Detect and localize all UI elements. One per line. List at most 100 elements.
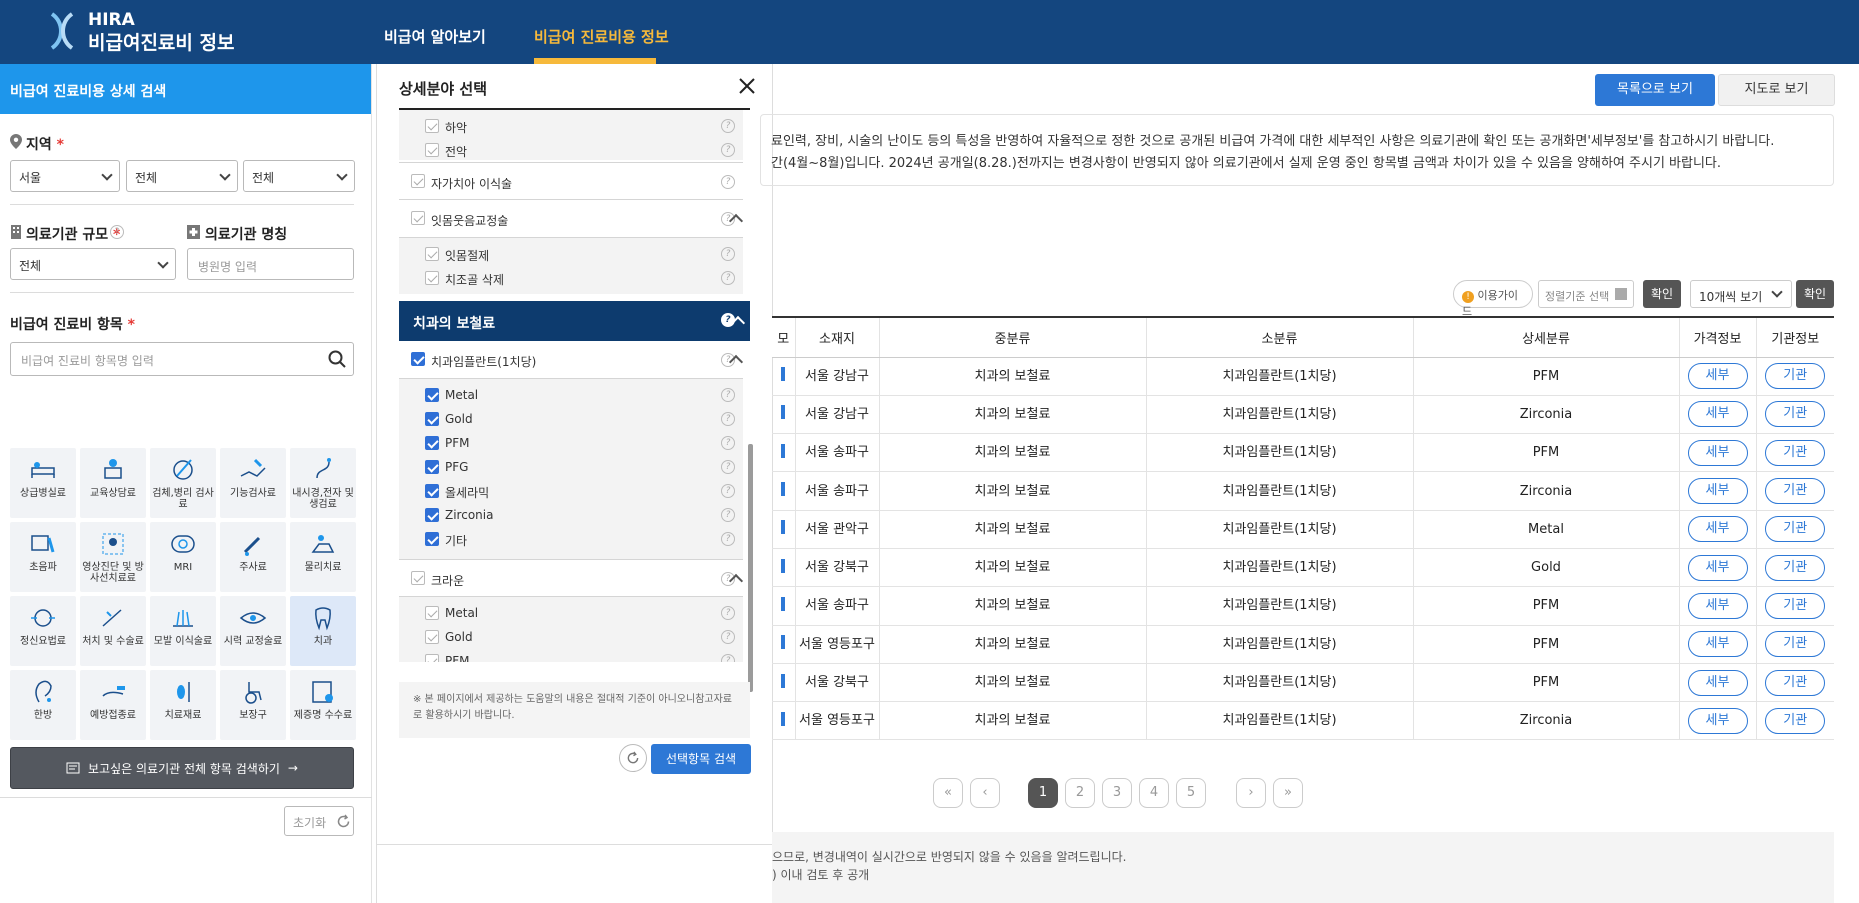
category-tile[interactable]: 교육상담료 xyxy=(80,448,146,518)
checkbox[interactable] xyxy=(411,352,425,366)
modal-scrollbar[interactable] xyxy=(748,444,753,692)
checkbox[interactable] xyxy=(425,654,439,662)
detail-button[interactable]: 세부 xyxy=(1687,631,1748,658)
org-button[interactable]: 기관 xyxy=(1765,401,1826,428)
help-icon[interactable]: ? xyxy=(721,175,735,189)
list-item[interactable]: 자가치아 이식술 ? xyxy=(399,162,743,200)
help-icon[interactable]: ? xyxy=(110,225,124,239)
help-icon[interactable]: ? xyxy=(721,484,735,498)
page-button[interactable]: 3 xyxy=(1102,778,1132,808)
checkbox[interactable] xyxy=(425,247,439,261)
help-icon[interactable]: ? xyxy=(721,606,735,620)
reset-button[interactable]: 초기화 xyxy=(284,806,354,836)
checkbox[interactable] xyxy=(425,412,439,426)
list-item[interactable]: 크라운 ? xyxy=(399,559,744,597)
category-tile[interactable]: 검체,병리 검사료 xyxy=(150,448,216,518)
list-item[interactable]: Zirconia? xyxy=(399,505,743,525)
checkbox[interactable] xyxy=(411,211,425,225)
help-icon[interactable]: ? xyxy=(721,460,735,474)
detail-button[interactable]: 세부 xyxy=(1687,592,1748,619)
list-item[interactable]: 치조골 삭제 ? xyxy=(399,268,743,288)
detail-button[interactable]: 세부 xyxy=(1687,669,1748,696)
nav-learn-noncovered[interactable]: 비급여 알아보기 xyxy=(384,26,486,47)
category-tile[interactable]: 물리치료 xyxy=(290,522,356,592)
page-button[interactable]: 1 xyxy=(1028,778,1058,808)
list-item[interactable]: 하악 ? xyxy=(399,116,743,136)
page-button[interactable]: 5 xyxy=(1176,778,1206,808)
search-icon[interactable] xyxy=(328,350,346,368)
list-item[interactable]: PFM? xyxy=(399,433,743,453)
checkbox[interactable] xyxy=(425,143,439,157)
nav-cost-info[interactable]: 비급여 진료비용 정보 xyxy=(534,26,669,47)
search-all-items-button[interactable]: 보고싶은 의료기관 전체 항목 검색하기 → xyxy=(10,747,354,789)
prev-page-button[interactable]: ‹ xyxy=(970,778,1000,808)
list-item[interactable]: Gold? xyxy=(399,627,743,647)
detail-button[interactable]: 세부 xyxy=(1687,516,1748,543)
detail-button[interactable]: 세부 xyxy=(1687,478,1748,505)
help-icon[interactable]: ? xyxy=(721,119,735,133)
region-city-select[interactable]: 서울 xyxy=(10,160,120,192)
help-icon[interactable]: ? xyxy=(721,247,735,261)
last-page-button[interactable]: » xyxy=(1273,778,1303,808)
checkbox[interactable] xyxy=(425,271,439,285)
detail-button[interactable]: 세부 xyxy=(1687,363,1748,390)
category-tile[interactable]: 보장구 xyxy=(220,670,286,740)
category-tile[interactable]: 치료재료 xyxy=(150,670,216,740)
close-icon[interactable] xyxy=(737,76,757,96)
list-item[interactable]: 올세라믹? xyxy=(399,481,743,501)
list-item[interactable]: 전악 ? xyxy=(399,140,743,160)
category-tile[interactable]: 기능검사료 xyxy=(220,448,286,518)
list-item[interactable]: PFG? xyxy=(399,457,743,477)
help-icon[interactable]: ? xyxy=(721,630,735,644)
checkbox[interactable] xyxy=(425,484,439,498)
org-button[interactable]: 기관 xyxy=(1765,478,1826,505)
org-button[interactable]: 기관 xyxy=(1765,516,1826,543)
map-view-button[interactable]: 지도로 보기 xyxy=(1718,74,1835,106)
list-item[interactable]: Gold? xyxy=(399,409,743,429)
checkbox[interactable] xyxy=(425,508,439,522)
category-tile[interactable]: 정신요법료 xyxy=(10,596,76,666)
list-item[interactable]: 잇몸절제 ? xyxy=(399,244,743,264)
help-icon[interactable]: ? xyxy=(721,388,735,402)
checkbox[interactable] xyxy=(425,388,439,402)
next-page-button[interactable]: › xyxy=(1236,778,1266,808)
detail-button[interactable]: 세부 xyxy=(1687,401,1748,428)
first-page-button[interactable]: « xyxy=(933,778,963,808)
org-button[interactable]: 기관 xyxy=(1765,631,1826,658)
refresh-icon[interactable] xyxy=(619,744,647,772)
category-tile[interactable]: 한방 xyxy=(10,670,76,740)
hira-logo-icon[interactable] xyxy=(48,12,76,50)
checkbox[interactable] xyxy=(425,436,439,450)
sort-select[interactable]: 정렬기준 선택 xyxy=(1538,280,1634,308)
org-button[interactable]: 기관 xyxy=(1765,707,1826,734)
scale-select[interactable]: 전체 xyxy=(10,248,176,280)
category-tile[interactable]: MRI xyxy=(150,522,216,592)
category-tile[interactable]: 처치 및 수술료 xyxy=(80,596,146,666)
checkbox[interactable] xyxy=(425,532,439,546)
category-tile[interactable]: 제증명 수수료 xyxy=(290,670,356,740)
category-tile[interactable]: 주사료 xyxy=(220,522,286,592)
category-tile[interactable]: 상급병실료 xyxy=(10,448,76,518)
detail-button[interactable]: 세부 xyxy=(1687,707,1748,734)
logo-text-top[interactable]: HIRA xyxy=(88,10,135,30)
category-tile[interactable]: 시력 교정술료 xyxy=(220,596,286,666)
checkbox[interactable] xyxy=(425,119,439,133)
category-tile[interactable]: 초음파 xyxy=(10,522,76,592)
list-view-button[interactable]: 목록으로 보기 xyxy=(1595,74,1715,106)
help-icon[interactable]: ? xyxy=(721,508,735,522)
logo-text-bottom[interactable]: 비급여진료비 정보 xyxy=(88,28,234,55)
page-button[interactable]: 4 xyxy=(1139,778,1169,808)
help-icon[interactable]: ? xyxy=(721,271,735,285)
region-district-select[interactable]: 전체 xyxy=(126,160,238,192)
list-item[interactable]: 잇몸웃음교정술 ? xyxy=(399,200,744,238)
per-page-confirm-button[interactable]: 확인 xyxy=(1796,280,1834,308)
org-button[interactable]: 기관 xyxy=(1765,439,1826,466)
category-tile[interactable]: 모발 이식술료 xyxy=(150,596,216,666)
detail-button[interactable]: 세부 xyxy=(1687,554,1748,581)
help-icon[interactable]: ? xyxy=(721,412,735,426)
org-button[interactable]: 기관 xyxy=(1765,592,1826,619)
section-header-prosthetics[interactable]: 치과의 보철료 ? xyxy=(399,301,750,341)
category-tile[interactable]: 예방접종료 xyxy=(80,670,146,740)
list-item[interactable]: Metal? xyxy=(399,385,743,405)
list-item[interactable]: PFM? xyxy=(399,651,743,662)
